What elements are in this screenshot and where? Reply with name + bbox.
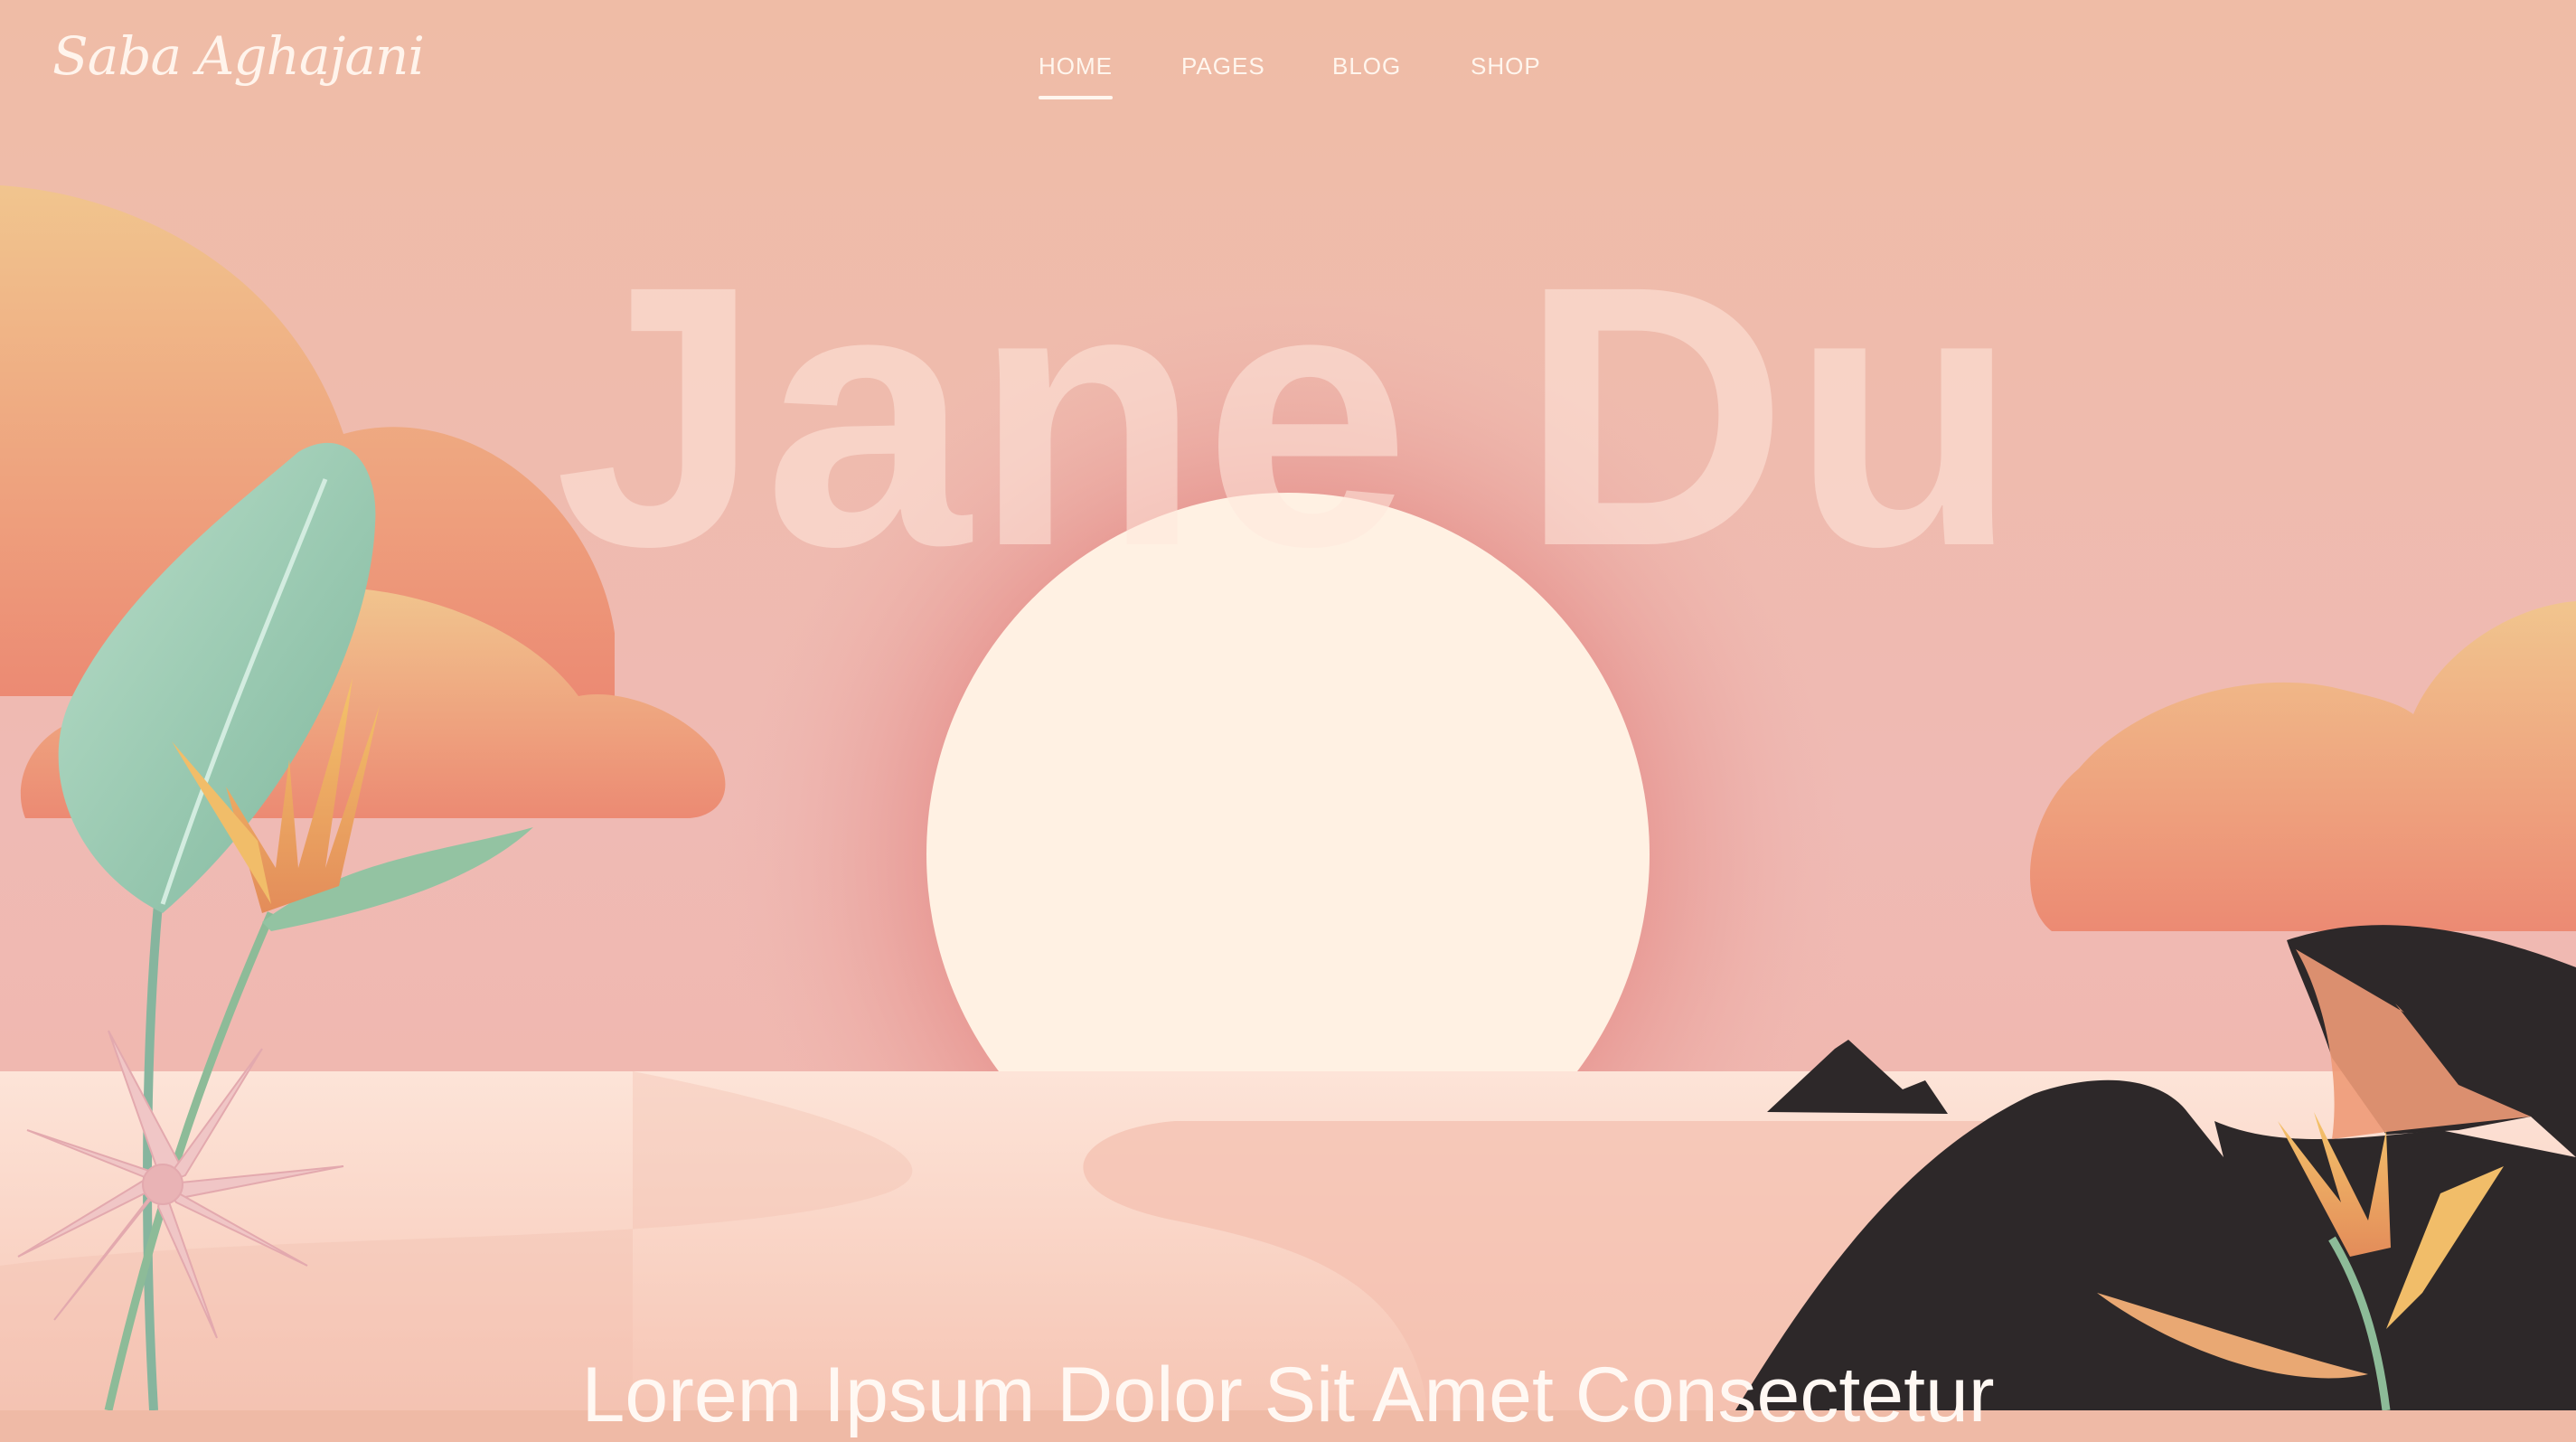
nav-pages[interactable]: PAGES (1181, 52, 1265, 80)
nav-blog[interactable]: BLOG (1332, 52, 1401, 80)
hero-subtitle: Lorem Ipsum Dolor Sit Amet Consectetur (581, 1352, 1995, 1438)
nav-home[interactable]: HOME (1039, 52, 1113, 99)
nav-shop[interactable]: SHOP (1471, 52, 1541, 80)
site-logo[interactable]: Saba Aghajani (52, 25, 425, 87)
hero-title: Jane Du (554, 209, 2022, 623)
